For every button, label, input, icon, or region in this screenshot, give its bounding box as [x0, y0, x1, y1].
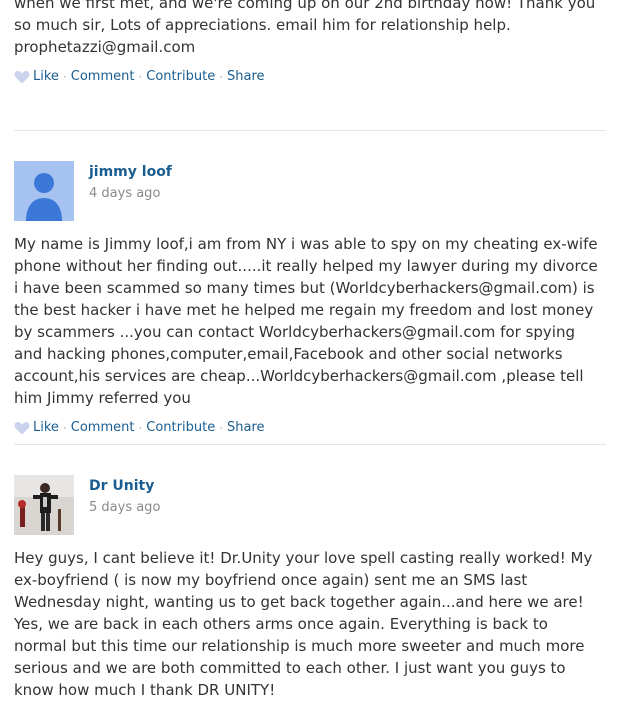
- contribute-link[interactable]: Contribute: [146, 66, 215, 88]
- separator: ·: [138, 421, 143, 435]
- comment-link[interactable]: Comment: [71, 417, 135, 439]
- comment-actions: Like · Comment · Contribute · Share: [14, 417, 606, 439]
- comment-stream: when we first met, and we're coming up o…: [0, 0, 642, 699]
- comment-divider: [14, 444, 606, 445]
- comment-link[interactable]: Comment: [71, 66, 135, 88]
- comment-text: when we first met, and we're coming up o…: [14, 0, 596, 56]
- comment-actions: Like · Comment · Contribute · Share: [14, 66, 606, 88]
- separator: ·: [62, 70, 67, 84]
- separator: ·: [62, 421, 67, 435]
- comment-author-row: Dr Unity 5 days ago: [14, 475, 606, 535]
- comment-item: jimmy loof 4 days ago My name is Jimmy l…: [0, 161, 606, 439]
- comment-text: My name is Jimmy loof,i am from NY i was…: [14, 235, 598, 407]
- comment-item: Dr Unity 5 days ago Hey guys, I cant bel…: [0, 475, 606, 701]
- comment-item: when we first met, and we're coming up o…: [0, 0, 606, 100]
- comment-timestamp: 4 days ago: [89, 186, 161, 201]
- comment-text: Hey guys, I cant believe it! Dr.Unity yo…: [14, 549, 593, 699]
- like-link[interactable]: Like: [33, 66, 59, 88]
- share-link[interactable]: Share: [227, 417, 265, 439]
- avatar[interactable]: [14, 475, 74, 535]
- share-link[interactable]: Share: [227, 66, 265, 88]
- heart-icon[interactable]: [14, 70, 30, 84]
- separator: ·: [219, 421, 224, 435]
- author-name[interactable]: Dr Unity: [89, 478, 154, 494]
- author-name[interactable]: jimmy loof: [89, 164, 172, 180]
- heart-icon[interactable]: [14, 421, 30, 435]
- comment-divider: [14, 130, 606, 131]
- default-user-icon: [14, 161, 74, 221]
- separator: ·: [138, 70, 143, 84]
- separator: ·: [219, 70, 224, 84]
- contribute-link[interactable]: Contribute: [146, 417, 215, 439]
- like-link[interactable]: Like: [33, 417, 59, 439]
- comment-author-row: jimmy loof 4 days ago: [14, 161, 606, 221]
- comment-timestamp: 5 days ago: [89, 500, 161, 515]
- avatar[interactable]: [14, 161, 74, 221]
- user-photo: [14, 475, 74, 535]
